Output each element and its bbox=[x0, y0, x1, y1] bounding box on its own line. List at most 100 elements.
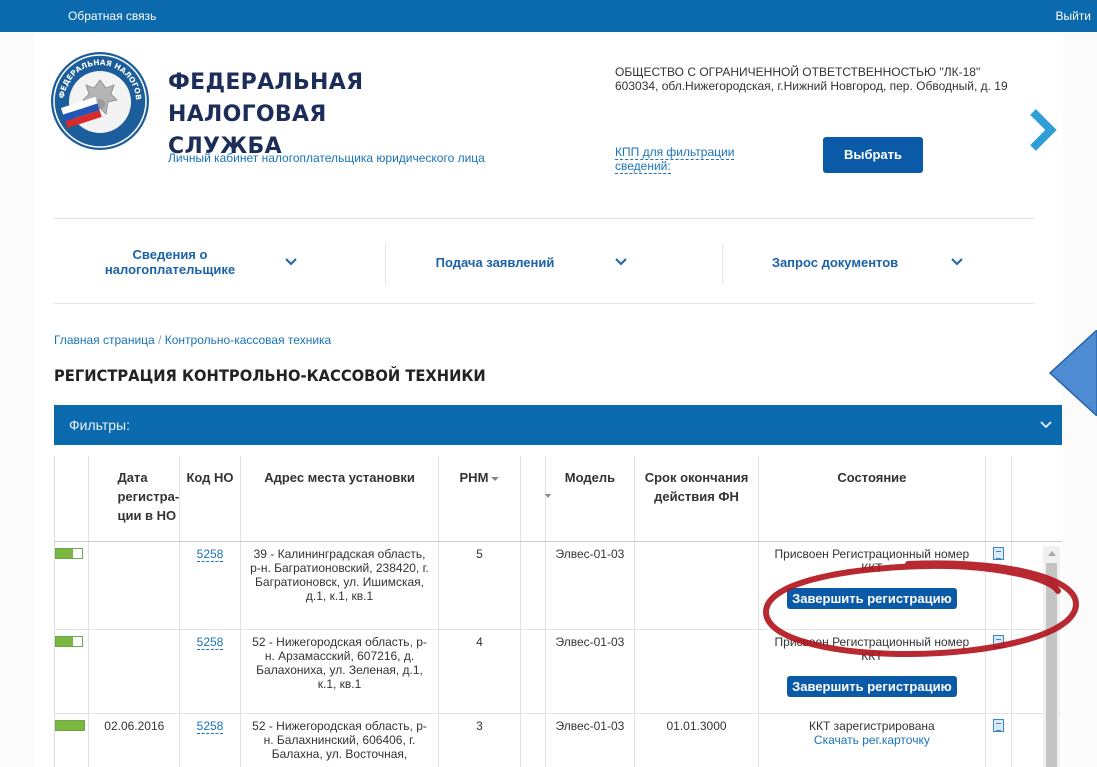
scroll-up-icon[interactable] bbox=[1048, 551, 1056, 556]
address-cell: 52 - Нижегородская область, р-н. Арзамас… bbox=[240, 629, 440, 714]
fns-title-line1: ФЕДЕРАЛЬНАЯ bbox=[168, 70, 364, 95]
fn-expiry-cell: 01.01.3000 bbox=[634, 713, 759, 767]
header-date[interactable]: Дата регистра-ции в НО bbox=[88, 456, 181, 542]
header-fn-expiry[interactable]: Срок окончания действия ФН bbox=[634, 456, 759, 542]
finish-registration-button[interactable]: Завершить регистрацию bbox=[787, 587, 957, 609]
logo-emblem: ФЕДЕРАЛЬНАЯ НАЛОГОВАЯ СЛУЖБА bbox=[51, 52, 147, 148]
filters-label: Фильтры: bbox=[69, 417, 130, 433]
rnm-cell: 4 bbox=[438, 629, 521, 714]
status-text: Присвоен Регистрационный номер ККТ bbox=[774, 634, 970, 663]
chevron-right-icon[interactable] bbox=[1027, 108, 1057, 152]
document-icon[interactable] bbox=[992, 718, 1004, 732]
nav-document-request[interactable]: Запрос документов bbox=[755, 255, 915, 270]
table-header-row: Дата регистра-ции в НО Код НО Адрес мест… bbox=[55, 456, 1062, 542]
filters-bar[interactable]: Фильтры: bbox=[54, 405, 1062, 445]
empty-cell bbox=[520, 541, 546, 630]
status-text: ККТ зарегистрирована bbox=[809, 718, 935, 733]
logout-link[interactable]: Выйти bbox=[1055, 9, 1091, 23]
scrollbar-thumb[interactable] bbox=[1046, 563, 1057, 767]
model-cell: Элвес-01-03 bbox=[545, 541, 636, 630]
download-card-link[interactable]: Скачать рег.карточку bbox=[769, 733, 975, 747]
nav-separator bbox=[722, 244, 723, 284]
address-cell: 39 - Калининградская область, р-н. Багра… bbox=[240, 541, 440, 630]
chevron-down-icon[interactable] bbox=[1040, 421, 1052, 429]
feedback-link[interactable]: Обратная связь bbox=[68, 9, 156, 23]
filter-icon[interactable] bbox=[545, 494, 551, 498]
date-cell: 02.06.2016 bbox=[88, 713, 181, 767]
status-indicator bbox=[55, 635, 83, 647]
chevron-down-icon[interactable] bbox=[615, 258, 627, 266]
status-cell: ККТ зарегистрирована Скачать рег.карточк… bbox=[758, 713, 986, 767]
finish-registration-button[interactable]: Завершить регистрацию bbox=[787, 675, 957, 697]
breadcrumb-current[interactable]: Контрольно-кассовая техника bbox=[165, 333, 331, 347]
header-address[interactable]: Адрес места установки bbox=[240, 456, 440, 542]
actions-cell bbox=[985, 629, 1012, 714]
header-rnm[interactable]: РНМ bbox=[438, 456, 521, 542]
chevron-down-icon[interactable] bbox=[951, 258, 963, 266]
document-icon[interactable] bbox=[992, 634, 1004, 648]
code-cell: 5258 bbox=[179, 629, 241, 714]
organization-name: ОБЩЕСТВО С ОГРАНИЧЕННОЙ ОТВЕТСТВЕННОСТЬЮ… bbox=[615, 65, 981, 79]
actions-cell bbox=[985, 541, 1012, 630]
date-cell bbox=[88, 629, 181, 714]
status-indicator bbox=[55, 547, 83, 559]
nav-separator bbox=[385, 244, 386, 284]
header-filter-col bbox=[520, 456, 546, 542]
page-title: РЕГИСТРАЦИЯ КОНТРОЛЬНО-КАССОВОЙ ТЕХНИКИ bbox=[54, 366, 486, 385]
table-row[interactable]: 5258 52 - Нижегородская область, р-н. Ар… bbox=[55, 629, 1062, 714]
row-indicator-cell bbox=[55, 629, 90, 714]
fns-title: ФЕДЕРАЛЬНАЯ НАЛОГОВАЯ СЛУЖБА bbox=[168, 67, 428, 163]
row-indicator-cell bbox=[55, 713, 90, 767]
table-row[interactable]: 5258 39 - Калининградская область, р-н. … bbox=[55, 541, 1062, 630]
table-row[interactable]: 02.06.2016 5258 52 - Нижегородская облас… bbox=[55, 713, 1062, 767]
header-model[interactable]: Модель bbox=[545, 456, 636, 542]
header-rnm-label: РНМ bbox=[459, 470, 489, 485]
kpp-filter-link[interactable]: КПП для фильтрации сведений: bbox=[615, 145, 775, 174]
code-link[interactable]: 5258 bbox=[196, 546, 224, 562]
kkt-table: Дата регистра-ции в НО Код НО Адрес мест… bbox=[54, 456, 1062, 767]
rnm-cell: 3 bbox=[438, 713, 521, 767]
kkt-grid: Дата регистра-ции в НО Код НО Адрес мест… bbox=[55, 456, 1062, 767]
code-link[interactable]: 5258 bbox=[196, 634, 224, 650]
model-cell: Элвес-01-03 bbox=[545, 629, 636, 714]
divider bbox=[54, 303, 1034, 304]
sort-desc-icon[interactable] bbox=[491, 476, 500, 481]
cabinet-subtitle: Личный кабинет налогоплательщика юридиче… bbox=[168, 151, 485, 165]
date-cell bbox=[88, 541, 181, 630]
fn-expiry-cell bbox=[634, 629, 759, 714]
select-button[interactable]: Выбрать bbox=[823, 137, 923, 173]
organization-info: ОБЩЕСТВО С ОГРАНИЧЕННОЙ ОТВЕТСТВЕННОСТЬЮ… bbox=[615, 65, 1025, 93]
table-scrollbar[interactable] bbox=[1043, 546, 1060, 767]
row-indicator-cell bbox=[55, 541, 90, 630]
nav-taxpayer-info[interactable]: Сведения о налогоплательщике bbox=[85, 247, 255, 277]
breadcrumb-home[interactable]: Главная страница bbox=[54, 333, 155, 347]
rnm-cell: 5 bbox=[438, 541, 521, 630]
code-cell: 5258 bbox=[179, 713, 241, 767]
header-indicator bbox=[55, 456, 90, 542]
header-spacer bbox=[1011, 456, 1062, 542]
header-status[interactable]: Состояние bbox=[758, 456, 986, 542]
code-cell: 5258 bbox=[179, 541, 241, 630]
top-bar: Обратная связь Выйти bbox=[0, 0, 1097, 32]
arrow-left-icon bbox=[1048, 330, 1097, 416]
status-cell: Присвоен Регистрационный номер ККТ Завер… bbox=[758, 541, 986, 630]
status-indicator bbox=[55, 719, 85, 731]
fns-logo[interactable]: ФЕДЕРАЛЬНАЯ НАЛОГОВАЯ СЛУЖБА bbox=[51, 52, 149, 150]
empty-cell bbox=[520, 629, 546, 714]
organization-address: 603034, обл.Нижегородская, г.Нижний Новг… bbox=[615, 79, 1008, 93]
address-cell: 52 - Нижегородская область, р-н. Балахни… bbox=[240, 713, 440, 767]
actions-cell bbox=[985, 713, 1012, 767]
empty-cell bbox=[520, 713, 546, 767]
header-actions bbox=[985, 456, 1012, 542]
breadcrumb-separator: / bbox=[158, 333, 162, 347]
divider bbox=[54, 218, 1034, 219]
code-link[interactable]: 5258 bbox=[196, 718, 224, 734]
chevron-down-icon[interactable] bbox=[285, 258, 297, 266]
header-code[interactable]: Код НО bbox=[179, 456, 241, 542]
breadcrumb: Главная страница / Контрольно-кассовая т… bbox=[54, 333, 331, 347]
kpp-filter-label: КПП для фильтрации сведений: bbox=[615, 145, 735, 174]
fn-expiry-cell bbox=[634, 541, 759, 630]
status-cell: Присвоен Регистрационный номер ККТ Завер… bbox=[758, 629, 986, 714]
document-icon[interactable] bbox=[992, 546, 1004, 560]
nav-applications[interactable]: Подача заявлений bbox=[420, 255, 570, 270]
